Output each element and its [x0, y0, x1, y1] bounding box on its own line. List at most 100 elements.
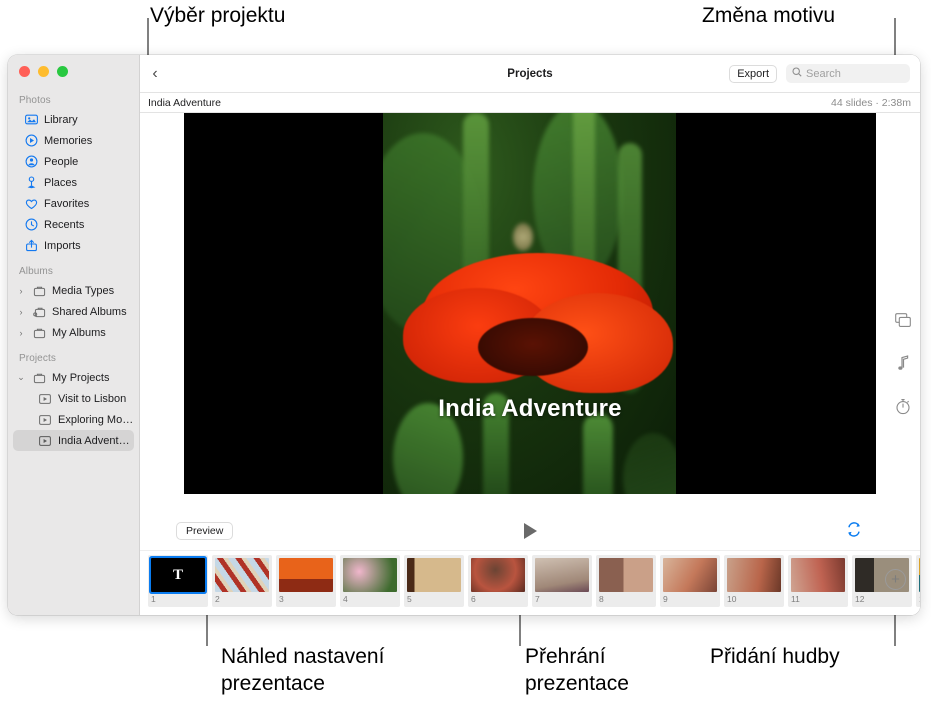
places-icon: [24, 176, 38, 190]
folder-icon: [32, 326, 46, 340]
list-item[interactable]: 3: [276, 555, 336, 607]
sidebar-item-memories[interactable]: Memories: [13, 130, 134, 151]
sidebar: Photos Library Memories People Places Fa…: [8, 55, 140, 615]
list-item[interactable]: 7: [532, 555, 592, 607]
project-name-label: India Adventure: [148, 96, 221, 109]
sidebar-header-albums: Albums: [19, 266, 53, 277]
toolbar-right-group: Export Search: [729, 64, 920, 83]
sidebar-item-india-adventure[interactable]: India Adventure: [13, 430, 134, 451]
list-item[interactable]: 10: [724, 555, 784, 607]
people-icon: [24, 155, 38, 169]
sidebar-item-label: Shared Albums: [52, 305, 127, 318]
thumbnail-image: [279, 558, 333, 592]
sidebar-item-visit-to-lisbon[interactable]: Visit to Lisbon: [13, 388, 134, 409]
thumbnail-image: T: [151, 558, 205, 592]
plus-icon[interactable]: +: [885, 569, 906, 590]
thumbnail-image: [727, 558, 781, 592]
thumbnail-image: [215, 558, 269, 592]
sidebar-header-projects: Projects: [19, 353, 56, 364]
sidebar-item-label: India Adventure: [58, 434, 134, 447]
list-item[interactable]: 5: [404, 555, 464, 607]
sidebar-item-label: Exploring Mor...: [58, 413, 134, 426]
minimize-button[interactable]: [38, 66, 49, 77]
sidebar-item-recents[interactable]: Recents: [13, 214, 134, 235]
list-item[interactable]: 9: [660, 555, 720, 607]
callout-preview-settings: Náhled nastavení prezentace: [221, 645, 385, 695]
sidebar-item-label: Visit to Lisbon: [58, 392, 127, 405]
list-item[interactable]: T 1: [148, 555, 208, 607]
slide-number: 2: [215, 594, 220, 604]
slide-number: 7: [535, 594, 540, 604]
list-item[interactable]: 2: [212, 555, 272, 607]
folder-icon: [32, 284, 46, 298]
chevron-right-icon[interactable]: ›: [16, 307, 26, 317]
slideshow-options-rail: [890, 313, 916, 418]
toolbar: ‹ Projects Export Search: [140, 55, 920, 93]
sidebar-item-imports[interactable]: Imports: [13, 235, 134, 256]
slide-count-label: 44 slides · 2:38m: [831, 96, 911, 109]
loop-repeat-icon[interactable]: [846, 522, 862, 540]
sidebar-item-media-types[interactable]: › Media Types: [13, 280, 134, 301]
slide-number: 11: [791, 594, 800, 604]
list-item[interactable]: 4: [340, 555, 400, 607]
list-item[interactable]: 8: [596, 555, 656, 607]
slide-preview[interactable]: India Adventure: [184, 113, 876, 494]
sidebar-header-photos: Photos: [19, 95, 51, 106]
thumbnail-image: [407, 558, 461, 592]
search-input[interactable]: Search: [786, 64, 910, 83]
sidebar-item-library[interactable]: Library: [13, 109, 134, 130]
list-item[interactable]: 11: [788, 555, 848, 607]
chevron-right-icon[interactable]: ›: [16, 328, 26, 338]
slide-number: 5: [407, 594, 412, 604]
sidebar-item-my-projects[interactable]: ⌄ My Projects: [13, 367, 134, 388]
sidebar-item-exploring-morocco[interactable]: Exploring Mor...: [13, 409, 134, 430]
preview-button[interactable]: Preview: [176, 522, 234, 540]
thumbnail-image: [535, 558, 589, 592]
sidebar-item-favorites[interactable]: Favorites: [13, 193, 134, 214]
sidebar-item-label: Favorites: [44, 197, 90, 210]
sidebar-item-my-albums[interactable]: › My Albums: [13, 322, 134, 343]
slide-number: 10: [727, 594, 737, 604]
callout-add-music: Přidání hudby: [710, 645, 840, 668]
photos-app-window: Photos Library Memories People Places Fa…: [8, 55, 920, 615]
sidebar-item-label: Memories: [44, 134, 93, 147]
sidebar-item-label: My Projects: [52, 371, 110, 384]
slide-number: 9: [663, 594, 668, 604]
sidebar-item-label: Recents: [44, 218, 85, 231]
slide-filmstrip[interactable]: T 1 2 3 4 5 6 7 8 9 10 11 12 +: [140, 551, 920, 615]
music-note-icon[interactable]: [897, 355, 910, 374]
folder-icon: [32, 371, 46, 385]
slideshow-icon: [38, 392, 52, 406]
slide-number: 8: [599, 594, 604, 604]
slide-number: 6: [471, 594, 476, 604]
chevron-left-icon[interactable]: ‹: [140, 55, 170, 92]
sidebar-item-label: My Albums: [52, 326, 106, 339]
chevron-right-icon[interactable]: ›: [16, 286, 26, 296]
thumbnail-image: [663, 558, 717, 592]
play-icon[interactable]: [520, 521, 540, 541]
close-button[interactable]: [19, 66, 30, 77]
zoom-button[interactable]: [57, 66, 68, 77]
thumbnail-image: [343, 558, 397, 592]
slide-number: 3: [279, 594, 284, 604]
import-icon: [24, 239, 38, 253]
sidebar-item-people[interactable]: People: [13, 151, 134, 172]
list-item[interactable]: 13: [916, 555, 920, 607]
callout-play-slideshow: Přehrání prezentace: [525, 645, 629, 695]
sidebar-item-places[interactable]: Places: [13, 172, 134, 193]
clock-icon: [24, 218, 38, 232]
sidebar-item-label: Library: [44, 113, 78, 126]
playback-controls: Preview: [140, 512, 920, 551]
export-button[interactable]: Export: [729, 64, 777, 83]
sidebar-item-shared-albums[interactable]: › Shared Albums: [13, 301, 134, 322]
search-placeholder: Search: [806, 67, 841, 80]
chevron-down-icon[interactable]: ⌄: [16, 372, 26, 383]
slide-number: 12: [855, 594, 865, 604]
callout-project-picker: Výběr projektu: [150, 4, 286, 27]
sidebar-item-label: People: [44, 155, 79, 168]
list-item[interactable]: 6: [468, 555, 528, 607]
theme-layers-icon[interactable]: [894, 313, 912, 331]
callout-theme-change: Změna motivu: [702, 4, 836, 27]
sidebar-scroll: Photos Library Memories People Places Fa…: [8, 55, 139, 451]
duration-timer-icon[interactable]: [895, 398, 911, 418]
